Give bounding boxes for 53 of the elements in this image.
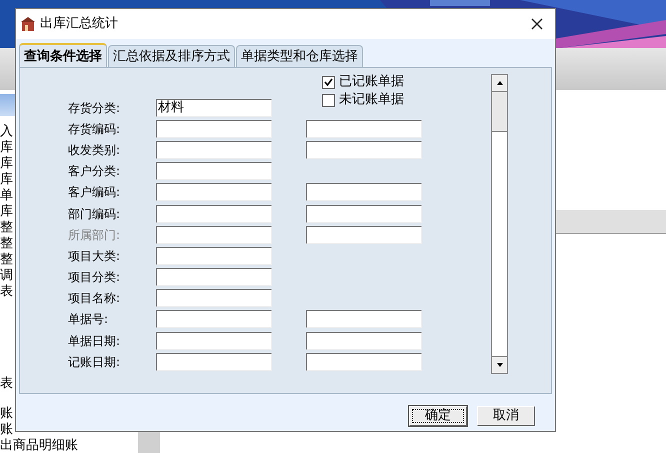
input-field[interactable] [156, 140, 272, 159]
input-field[interactable] [306, 352, 422, 371]
tab[interactable]: 汇总依据及排序方式 [108, 45, 235, 67]
input-field[interactable] [306, 332, 422, 350]
input-field[interactable] [156, 352, 272, 371]
input-field[interactable] [306, 183, 422, 202]
input-field[interactable] [156, 246, 272, 265]
field-label: 项目大类: [68, 248, 122, 265]
up-arrow-icon [496, 81, 502, 85]
scrollbar[interactable] [491, 74, 508, 374]
scroll-thumb[interactable] [492, 92, 507, 132]
field-label: 存货编码: [68, 120, 122, 138]
input-field[interactable] [156, 289, 272, 308]
dialog-button[interactable]: 确定 [409, 406, 467, 426]
field-label: 单据日期: [68, 332, 122, 350]
field-label: 记账日期: [68, 354, 122, 371]
checkbox[interactable] [322, 76, 335, 88]
field-label: 客户分类: [68, 163, 122, 180]
window-title: 出库汇总统计 [40, 15, 118, 34]
list-item[interactable]: 出商品明细账 [0, 438, 140, 453]
input-field[interactable] [156, 310, 272, 328]
checkbox-label: 未记账单据 [339, 91, 404, 110]
input-field[interactable] [156, 120, 272, 138]
scroll-down-button[interactable] [492, 356, 507, 373]
input-field[interactable]: 材料 [156, 98, 272, 117]
field-label: 收发类别: [68, 142, 122, 159]
tab[interactable]: 查询条件选择 [19, 43, 107, 68]
input-field[interactable] [306, 226, 422, 244]
app-icon [20, 16, 36, 32]
down-arrow-icon [496, 363, 502, 367]
input-field[interactable] [156, 226, 272, 244]
input-field[interactable] [306, 310, 422, 328]
field-label: 存货分类: [68, 100, 122, 117]
checkbox-label: 已记账单据 [339, 73, 404, 92]
checkbox[interactable] [322, 94, 335, 106]
field-label: 部门编码: [68, 206, 122, 223]
input-field[interactable] [306, 120, 422, 138]
input-field[interactable] [156, 268, 272, 286]
field-label: 项目分类: [68, 269, 122, 286]
input-field[interactable] [156, 204, 272, 223]
field-label: 单据号: [68, 311, 110, 328]
field-label: 客户编码: [68, 184, 122, 202]
input-field[interactable] [156, 162, 272, 180]
input-field[interactable] [306, 204, 422, 223]
input-field[interactable] [156, 332, 272, 350]
input-field[interactable] [306, 140, 422, 159]
field-label: 所属部门: [68, 226, 122, 244]
tab[interactable]: 单据类型和仓库选择 [236, 45, 363, 67]
close-icon[interactable] [531, 18, 543, 30]
input-field[interactable] [156, 183, 272, 202]
field-label: 项目名称: [68, 290, 122, 308]
dialog-button[interactable]: 取消 [477, 406, 535, 426]
scroll-up-button[interactable] [492, 75, 507, 92]
